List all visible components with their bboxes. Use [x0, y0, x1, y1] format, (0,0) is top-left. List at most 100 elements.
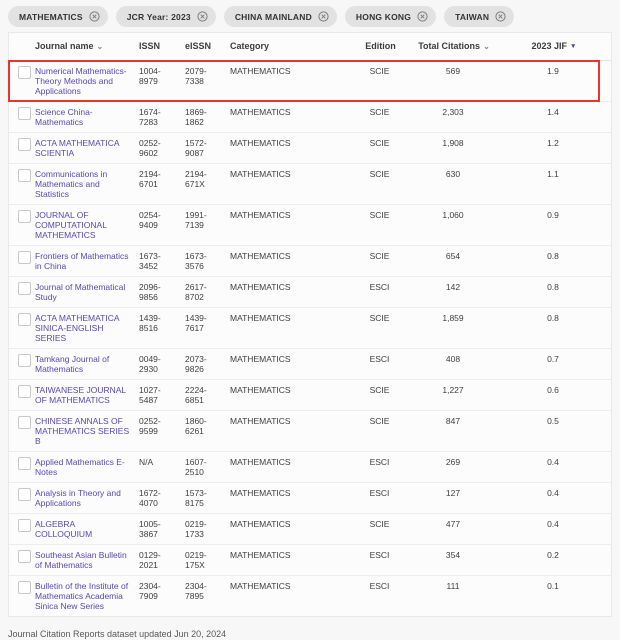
- journal-name-link[interactable]: Numerical Mathematics-Theory Methods and…: [35, 66, 133, 96]
- row-checkbox[interactable]: [18, 385, 31, 398]
- journal-name-link[interactable]: TAIWANESE JOURNAL OF MATHEMATICS: [35, 385, 133, 405]
- journal-name-cell: Tamkang Journal of Mathematics: [35, 349, 139, 379]
- row-checkbox-cell: [9, 133, 35, 153]
- edition-cell: ESCI: [354, 483, 411, 503]
- journal-name-cell: Applied Mathematics E-Notes: [35, 452, 139, 482]
- journal-name-cell: Southeast Asian Bulletin of Mathematics: [35, 545, 139, 575]
- filter-chip[interactable]: JCR Year: 2023: [116, 6, 216, 27]
- row-checkbox[interactable]: [18, 581, 31, 594]
- category-cell: MATHEMATICS: [230, 514, 354, 534]
- row-checkbox[interactable]: [18, 282, 31, 295]
- row-checkbox[interactable]: [18, 251, 31, 264]
- row-checkbox[interactable]: [18, 66, 31, 79]
- jif-cell: 0.7: [501, 349, 611, 369]
- edition-cell: SCIE: [354, 514, 411, 534]
- journal-name-link[interactable]: JOURNAL OF COMPUTATIONAL MATHEMATICS: [35, 210, 133, 240]
- category-cell: MATHEMATICS: [230, 246, 354, 266]
- journal-name-link[interactable]: Southeast Asian Bulletin of Mathematics: [35, 550, 133, 570]
- eissn-cell: 2224-6851: [185, 380, 230, 410]
- journal-name-link[interactable]: ACTA MATHEMATICA SCIENTIA: [35, 138, 133, 158]
- sort-unsorted-icon: ⌄: [97, 42, 104, 51]
- journal-name-link[interactable]: Applied Mathematics E-Notes: [35, 457, 133, 477]
- edition-cell: SCIE: [354, 133, 411, 153]
- category-cell: MATHEMATICS: [230, 483, 354, 503]
- row-checkbox-cell: [9, 380, 35, 400]
- row-checkbox-cell: [9, 164, 35, 184]
- row-checkbox-cell: [9, 61, 35, 81]
- row-checkbox-cell: [9, 545, 35, 565]
- row-checkbox[interactable]: [18, 416, 31, 429]
- issn-cell: 1004-8979: [139, 61, 185, 91]
- journal-name-link[interactable]: Tamkang Journal of Mathematics: [35, 354, 133, 374]
- jif-cell: 0.4: [501, 514, 611, 534]
- remove-filter-icon[interactable]: [197, 11, 208, 22]
- header-2023-jif-label: 2023 JIF: [532, 41, 568, 51]
- row-checkbox[interactable]: [18, 313, 31, 326]
- category-cell: MATHEMATICS: [230, 576, 354, 596]
- row-checkbox-cell: [9, 102, 35, 122]
- header-eissn: eISSN: [185, 33, 230, 59]
- header-journal-name[interactable]: Journal name⌄: [35, 33, 139, 60]
- footer-note: Journal Citation Reports dataset updated…: [8, 629, 612, 640]
- jif-cell: 1.4: [501, 102, 611, 122]
- issn-cell: 1674-7283: [139, 102, 185, 132]
- row-checkbox[interactable]: [18, 107, 31, 120]
- eissn-cell: 2194-671X: [185, 164, 230, 194]
- total-citations-cell: 1,859: [411, 308, 501, 328]
- filter-chip[interactable]: TAIWAN: [444, 6, 514, 27]
- remove-filter-icon[interactable]: [495, 11, 506, 22]
- header-total-citations[interactable]: Total Citations⌄: [411, 33, 501, 60]
- issn-cell: 1027-5487: [139, 380, 185, 410]
- table-row: Numerical Mathematics-Theory Methods and…: [9, 61, 611, 102]
- total-citations-cell: 111: [411, 576, 501, 596]
- remove-filter-icon[interactable]: [89, 11, 100, 22]
- issn-cell: 2194-6701: [139, 164, 185, 194]
- row-checkbox-cell: [9, 308, 35, 328]
- category-cell: MATHEMATICS: [230, 164, 354, 184]
- journal-name-cell: ALGEBRA COLLOQUIUM: [35, 514, 139, 544]
- journal-name-link[interactable]: Journal of Mathematical Study: [35, 282, 133, 302]
- jif-cell: 1.9: [501, 61, 611, 81]
- row-checkbox[interactable]: [18, 354, 31, 367]
- filter-chip[interactable]: MATHEMATICS: [8, 6, 108, 27]
- journal-name-link[interactable]: CHINESE ANNALS OF MATHEMATICS SERIES B: [35, 416, 133, 446]
- filter-chip[interactable]: HONG KONG: [345, 6, 436, 27]
- table-row: TAIWANESE JOURNAL OF MATHEMATICS 1027-54…: [9, 380, 611, 411]
- row-checkbox-cell: [9, 514, 35, 534]
- journal-name-link[interactable]: Frontiers of Mathematics in China: [35, 251, 133, 271]
- journal-name-cell: Journal of Mathematical Study: [35, 277, 139, 307]
- jif-cell: 0.9: [501, 205, 611, 225]
- row-checkbox[interactable]: [18, 550, 31, 563]
- table-row: Analysis in Theory and Applications 1672…: [9, 483, 611, 514]
- row-checkbox[interactable]: [18, 488, 31, 501]
- issn-cell: 0049-2930: [139, 349, 185, 379]
- header-2023-jif[interactable]: 2023 JIF▼: [501, 33, 611, 60]
- issn-cell: 2304-7909: [139, 576, 185, 606]
- journal-name-link[interactable]: Communications in Mathematics and Statis…: [35, 169, 133, 199]
- table-row: Journal of Mathematical Study 2096-9856 …: [9, 277, 611, 308]
- row-checkbox[interactable]: [18, 210, 31, 223]
- total-citations-cell: 354: [411, 545, 501, 565]
- journal-name-link[interactable]: Science China-Mathematics: [35, 107, 133, 127]
- row-checkbox[interactable]: [18, 138, 31, 151]
- edition-cell: SCIE: [354, 164, 411, 184]
- remove-filter-icon[interactable]: [318, 11, 329, 22]
- row-checkbox[interactable]: [18, 169, 31, 182]
- row-checkbox[interactable]: [18, 457, 31, 470]
- eissn-cell: 1607-2510: [185, 452, 230, 482]
- issn-cell: 0129-2021: [139, 545, 185, 575]
- filter-chip[interactable]: CHINA MAINLAND: [224, 6, 337, 27]
- issn-cell: 2096-9856: [139, 277, 185, 307]
- total-citations-cell: 630: [411, 164, 501, 184]
- filter-chip-label: MATHEMATICS: [19, 12, 83, 22]
- journal-name-link[interactable]: Bulletin of the Institute of Mathematics…: [35, 581, 133, 611]
- journal-name-link[interactable]: ALGEBRA COLLOQUIUM: [35, 519, 133, 539]
- eissn-cell: 1860-6261: [185, 411, 230, 441]
- jif-cell: 0.1: [501, 576, 611, 596]
- journal-name-link[interactable]: Analysis in Theory and Applications: [35, 488, 133, 508]
- total-citations-cell: 1,908: [411, 133, 501, 153]
- journal-name-link[interactable]: ACTA MATHEMATICA SINICA-ENGLISH SERIES: [35, 313, 133, 343]
- journal-name-cell: Frontiers of Mathematics in China: [35, 246, 139, 276]
- remove-filter-icon[interactable]: [417, 11, 428, 22]
- row-checkbox[interactable]: [18, 519, 31, 532]
